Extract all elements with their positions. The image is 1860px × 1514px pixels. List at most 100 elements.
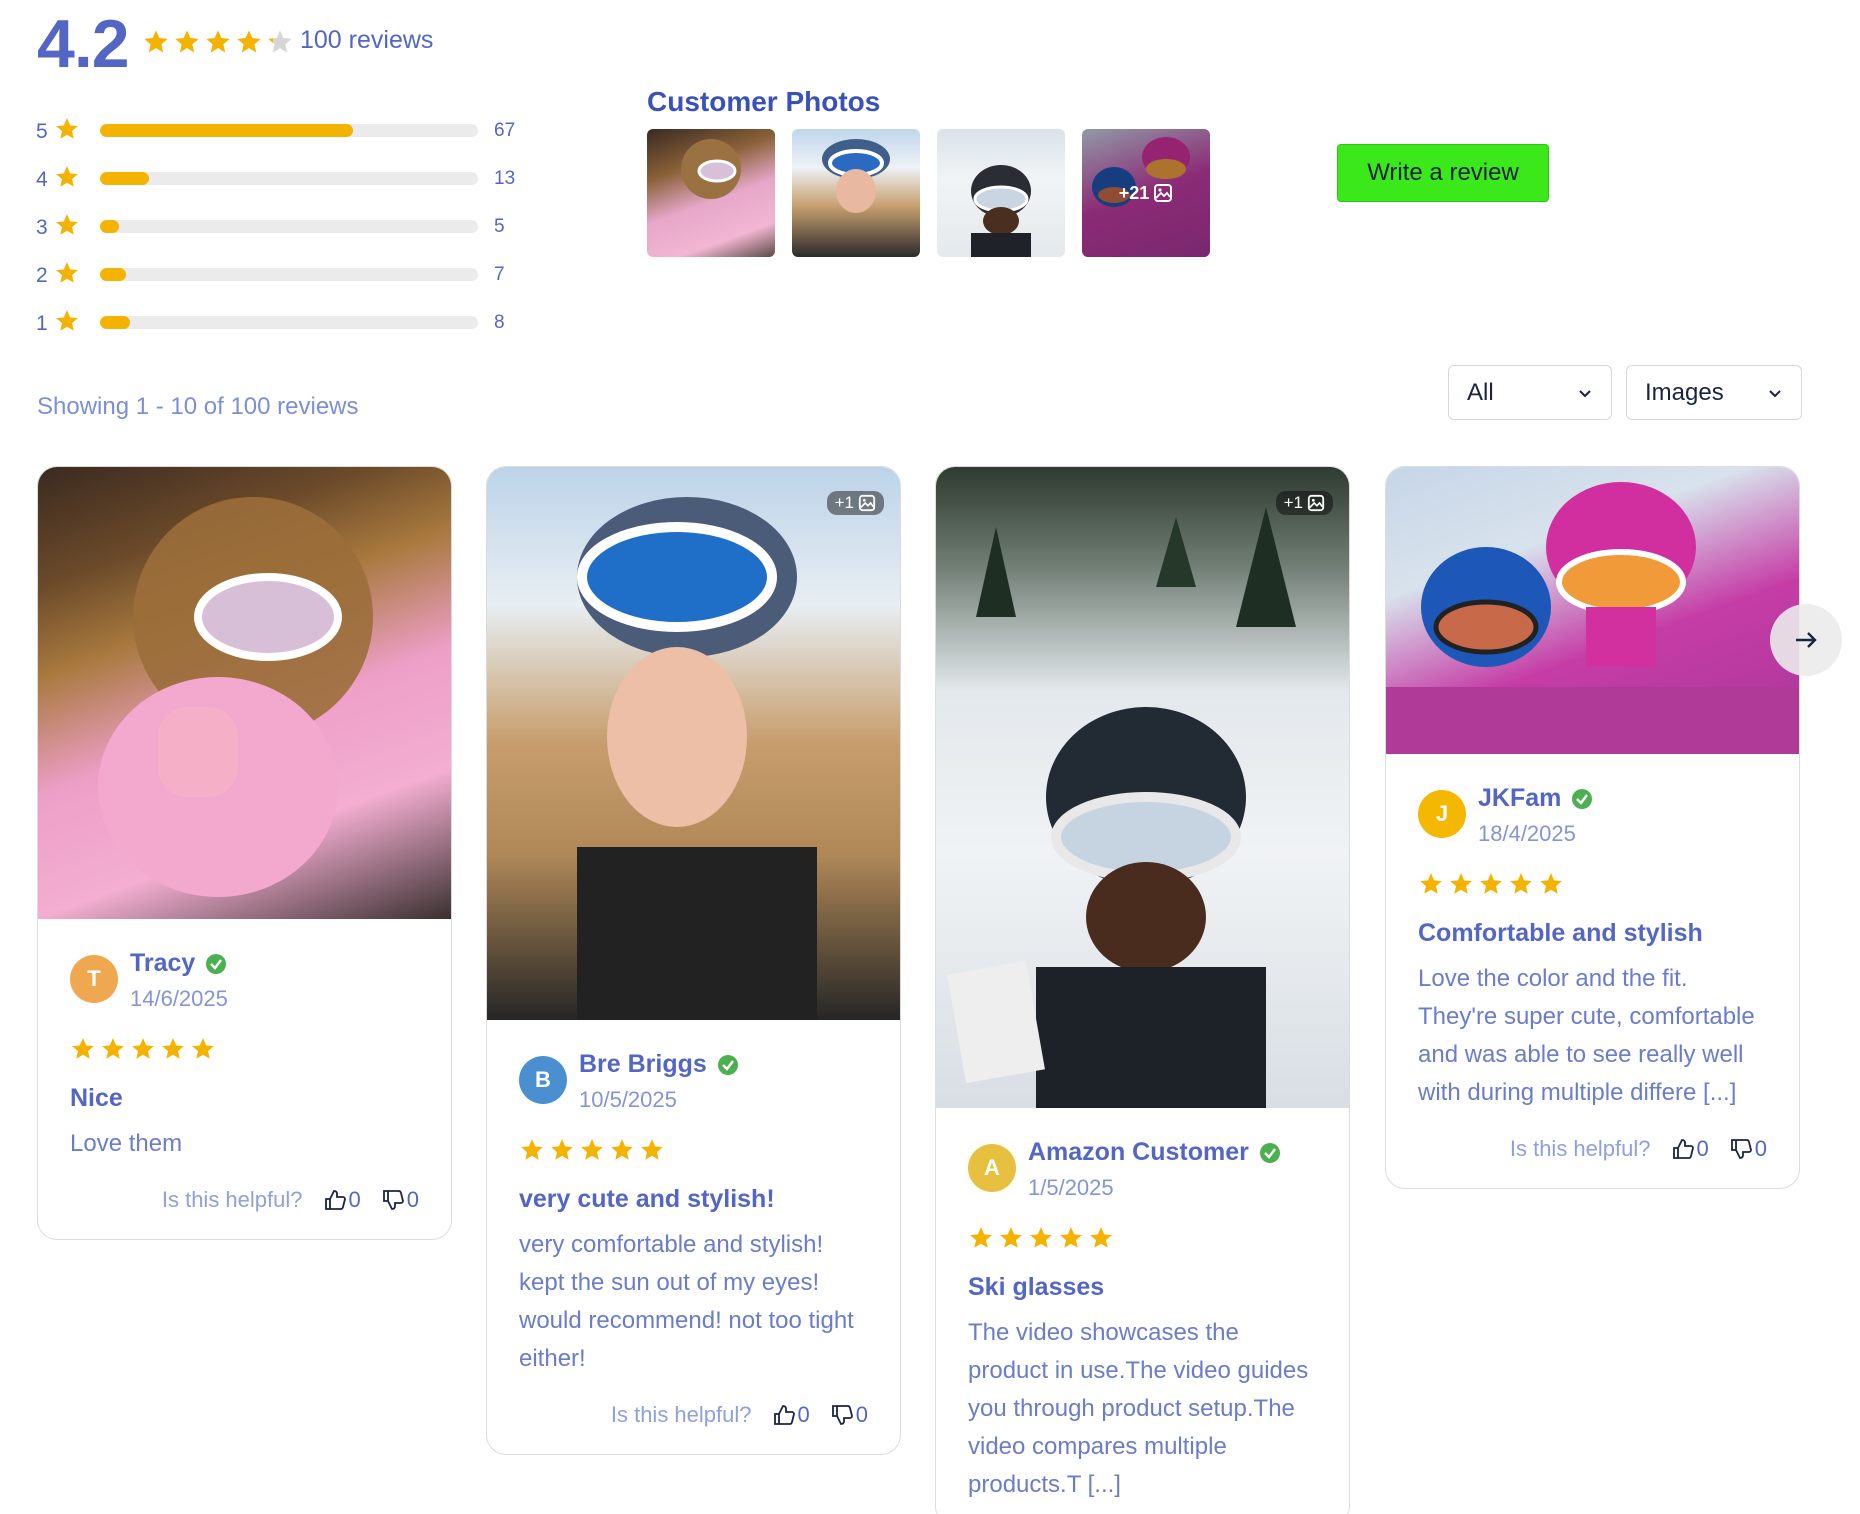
rating-bar-row[interactable]: 35	[36, 208, 536, 256]
star-icon	[639, 1137, 665, 1163]
star-icon	[54, 260, 80, 286]
reviewer-avatar: J	[1418, 790, 1466, 838]
star-icon	[54, 164, 80, 190]
rating-count: 5	[494, 216, 505, 237]
image-icon	[1307, 494, 1325, 512]
review-text: Love them	[70, 1130, 183, 1157]
photo-count-badge[interactable]: +1	[826, 491, 884, 515]
average-rating-stars	[142, 28, 294, 56]
review-title: Nice	[70, 1084, 123, 1112]
rating-filter-select[interactable]: All	[1448, 365, 1612, 420]
average-rating: 4.2	[37, 6, 130, 82]
review-text: The video showcases the product in use.T…	[968, 1319, 1309, 1498]
thumbs-down-count: 0	[855, 1402, 868, 1427]
arrow-right-icon	[1796, 632, 1817, 648]
media-filter-select[interactable]: Images	[1626, 365, 1802, 420]
review-date: 10/5/2025	[579, 1087, 677, 1112]
star-icon	[549, 1137, 575, 1163]
star-icon	[160, 1036, 186, 1062]
thumbs-up-button[interactable]: 0	[323, 1187, 361, 1213]
rating-count: 7	[494, 264, 505, 285]
thumbs-up-button[interactable]: 0	[1671, 1136, 1709, 1162]
star-icon	[70, 1036, 96, 1062]
customer-photo-thumb[interactable]: +21	[1082, 129, 1210, 257]
review-title: very cute and stylish!	[519, 1185, 775, 1213]
review-date: 14/6/2025	[130, 986, 228, 1011]
reviewer-avatar: B	[519, 1056, 567, 1104]
review-card[interactable]: +1 A Amazon Customer 1/5/2025 Ski glasse…	[935, 466, 1350, 1514]
thumbs-up-button[interactable]: 0	[772, 1402, 810, 1428]
star-icon	[54, 308, 80, 334]
star-icon	[609, 1137, 635, 1163]
customer-photo-thumb[interactable]	[937, 129, 1065, 257]
review-card[interactable]: T Tracy 14/6/2025 Nice Love them Is this…	[37, 466, 452, 1240]
media-filter-value: Images	[1645, 378, 1724, 406]
thumbs-down-button[interactable]: 0	[1729, 1136, 1767, 1162]
review-card[interactable]: J JKFam 18/4/2025 Comfortable and stylis…	[1385, 466, 1800, 1189]
review-photo[interactable]: +1	[936, 467, 1349, 1108]
carousel-next-button[interactable]	[1770, 604, 1842, 676]
more-photos-overlay[interactable]: +21	[1082, 129, 1210, 257]
write-review-button[interactable]: Write a review	[1337, 144, 1549, 202]
star-icon	[998, 1225, 1024, 1251]
verified-check-icon	[717, 1054, 738, 1075]
rating-count: 13	[494, 168, 516, 189]
star-icon	[54, 212, 80, 238]
star-icon	[968, 1225, 994, 1251]
star-icon	[1418, 871, 1444, 897]
star-icon	[100, 1036, 126, 1062]
thumbs-down-button[interactable]: 0	[381, 1187, 419, 1213]
review-rating-stars	[70, 1036, 419, 1062]
review-card[interactable]: +1 B Bre Briggs 10/5/2025 very cute and …	[486, 466, 901, 1455]
star-icon	[204, 28, 232, 56]
review-photo[interactable]	[1386, 467, 1799, 754]
thumbs-up-count: 0	[1696, 1136, 1709, 1161]
rating-bar-fill	[100, 268, 127, 281]
showing-range: Showing 1 - 10 of 100 reviews	[37, 393, 359, 420]
thumbs-down-button[interactable]: 0	[830, 1402, 868, 1428]
rating-bar-row[interactable]: 27	[36, 256, 536, 304]
review-photo[interactable]: +1	[487, 467, 900, 1020]
rating-level: 4	[36, 168, 48, 191]
rating-bar-fill	[100, 220, 119, 233]
star-icon	[519, 1137, 545, 1163]
thumbs-down-icon	[1730, 1139, 1752, 1159]
rating-bar-row[interactable]: 18	[36, 304, 536, 352]
photo-count: +1	[834, 493, 854, 512]
customer-photo-thumb[interactable]	[792, 129, 920, 257]
thumbs-up-icon	[1672, 1139, 1694, 1159]
thumbs-up-count: 0	[797, 1402, 810, 1427]
review-photo[interactable]	[38, 467, 451, 919]
reviewer-name: Amazon Customer	[1028, 1138, 1249, 1166]
review-count: 100 reviews	[300, 26, 434, 54]
star-icon	[190, 1036, 216, 1062]
reviewer-name: Tracy	[130, 949, 196, 977]
rating-filter-value: All	[1467, 378, 1494, 406]
rating-bar-row[interactable]: 5 67	[36, 112, 536, 160]
customer-photos-strip: +21	[647, 129, 1210, 257]
photo-count: +1	[1283, 493, 1303, 512]
star-icon	[1538, 871, 1564, 897]
rating-bar-track	[100, 124, 478, 137]
thumbs-up-icon	[773, 1405, 795, 1425]
rating-bar-row[interactable]: 4 13	[36, 160, 536, 208]
star-icon	[130, 1036, 156, 1062]
image-icon	[1154, 184, 1173, 202]
reviewer-name: JKFam	[1478, 784, 1562, 812]
helpful-prompt: Is this helpful?	[1509, 1136, 1651, 1161]
reviewer-avatar: T	[70, 955, 118, 1003]
star-icon	[1028, 1225, 1054, 1251]
thumbs-down-count: 0	[1754, 1136, 1767, 1161]
review-rating-stars	[968, 1225, 1317, 1251]
rating-level: 2	[36, 264, 48, 287]
customer-photos-title: Customer Photos	[647, 86, 881, 117]
star-icon	[1058, 1225, 1084, 1251]
photo-count-badge[interactable]: +1	[1275, 491, 1333, 515]
review-text: Love the color and the fit. They're supe…	[1418, 965, 1755, 1106]
customer-photo-thumb[interactable]	[647, 129, 775, 257]
review-title: Comfortable and stylish	[1418, 919, 1703, 947]
rating-bar-track	[100, 172, 478, 185]
verified-check-icon	[206, 953, 227, 974]
thumbs-up-count: 0	[348, 1187, 361, 1212]
rating-count: 8	[494, 312, 505, 333]
